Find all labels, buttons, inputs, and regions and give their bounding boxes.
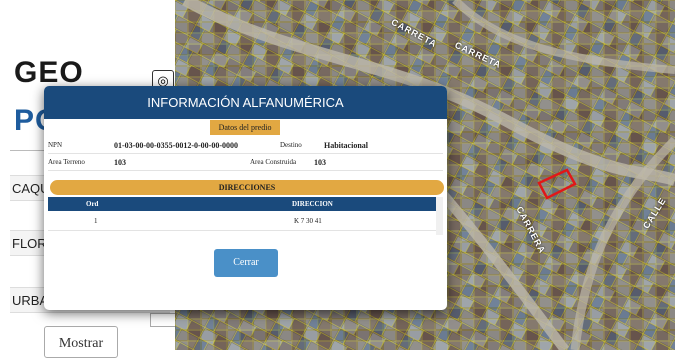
destino-label: Destino	[280, 141, 302, 149]
tab-datos-predio[interactable]: Datos del predio	[210, 120, 280, 135]
close-button[interactable]: Cerrar	[214, 249, 278, 277]
table-header: Ord DIRECCION	[48, 197, 436, 211]
info-modal: INFORMACIÓN ALFANUMÉRICA Datos del predi…	[44, 86, 447, 310]
npn-value: 01-03-00-00-0355-0012-0-00-00-0000	[114, 141, 238, 150]
destino-value: Habitacional	[324, 141, 369, 150]
row-direccion: K 7 30 41	[294, 217, 322, 225]
area-construida-value: 103	[314, 158, 326, 167]
app-logo-line1: GEO	[14, 56, 84, 89]
info-row-area: Area Terreno 103 Area Construida 103	[48, 155, 443, 171]
area-construida-label: Area Construida	[250, 158, 297, 166]
modal-title: INFORMACIÓN ALFANUMÉRICA	[44, 86, 447, 119]
select-dropdown[interactable]	[150, 313, 176, 327]
info-row-npn: NPN 01-03-00-00-0355-0012-0-00-00-0000 D…	[48, 138, 443, 154]
column-direccion: DIRECCION	[292, 200, 333, 208]
table-row[interactable]: 1 K 7 30 41	[48, 212, 436, 231]
direcciones-header: DIRECCIONES	[50, 180, 444, 195]
show-button[interactable]: Mostrar	[44, 326, 118, 358]
table-scrollbar[interactable]	[436, 197, 443, 235]
row-ord: 1	[94, 217, 98, 225]
npn-label: NPN	[48, 141, 63, 149]
area-terreno-value: 103	[114, 158, 126, 167]
column-ord: Ord	[86, 200, 99, 208]
area-terreno-label: Area Terreno	[48, 158, 85, 166]
